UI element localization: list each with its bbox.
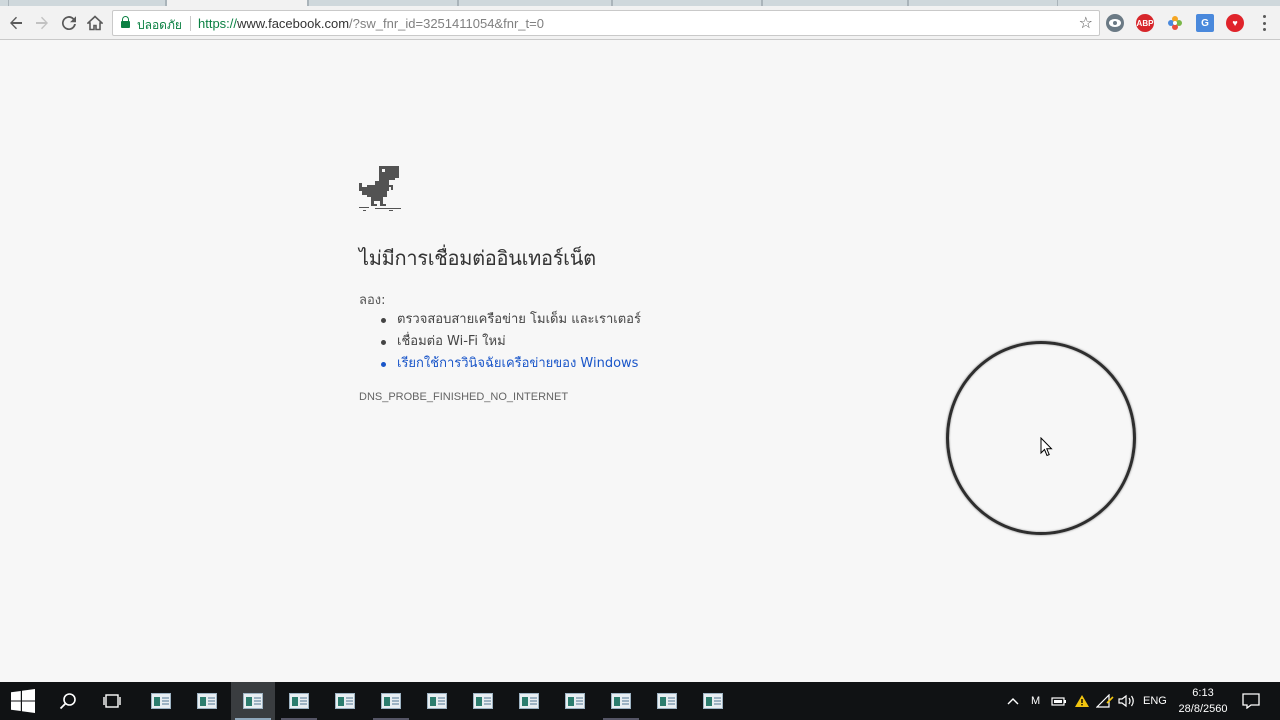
chevron-up-icon (1007, 698, 1019, 705)
taskbar-app[interactable] (139, 682, 183, 720)
windows-taskbar: M ENG 6:13 28/8/2560 (0, 682, 1280, 720)
window-app-icon (703, 693, 723, 709)
secure-label[interactable]: ปลอดภัย (137, 16, 182, 35)
lock-icon[interactable] (121, 16, 130, 28)
network-icon[interactable] (1096, 682, 1114, 720)
taskbar-clock[interactable]: 6:13 28/8/2560 (1172, 685, 1234, 717)
google-translate-icon[interactable]: G (1196, 14, 1214, 32)
warning-icon[interactable] (1074, 682, 1090, 720)
browser-toolbar: ปลอดภัย https://www.facebook.com/?sw_fnr… (0, 6, 1280, 40)
volume-icon[interactable] (1118, 682, 1136, 720)
reload-button[interactable] (57, 11, 81, 35)
suggestion-check-cables: ตรวจสอบสายเครือข่าย โมเด็ม และเราเตอร์ (381, 309, 641, 331)
adblock-label: ABP (1136, 18, 1154, 28)
extension-heart-icon[interactable]: ♥ (1226, 14, 1244, 32)
error-code: DNS_PROBE_FINISHED_NO_INTERNET (359, 391, 569, 403)
task-view-button[interactable] (90, 682, 134, 720)
run-network-diagnostics-link[interactable]: เรียกใช้การวินิจฉัยเครือข่ายของ Windows (381, 353, 641, 375)
mouse-cursor-icon (1040, 437, 1053, 457)
taskbar-app[interactable] (185, 682, 229, 720)
error-page: ไม่มีการเชื่อมต่ออินเทอร์เน็ต ลอง: ตรวจส… (359, 166, 959, 403)
home-button[interactable] (83, 11, 107, 35)
taskbar-app[interactable] (599, 682, 643, 720)
taskbar-app[interactable] (691, 682, 735, 720)
forward-button[interactable] (30, 11, 54, 35)
url-text[interactable]: https://www.facebook.com/?sw_fnr_id=3251… (198, 16, 544, 31)
suggestion-reconnect-wifi: เชื่อมต่อ Wi-Fi ใหม่ (381, 331, 641, 353)
browser-menu-icon[interactable] (1262, 15, 1266, 31)
search-icon (59, 693, 76, 710)
forward-arrow-icon (36, 16, 48, 30)
input-language[interactable]: ENG (1143, 682, 1167, 720)
clock-time: 6:13 (1192, 687, 1214, 699)
window-app-icon (381, 693, 401, 709)
taskbar-app[interactable] (553, 682, 597, 720)
show-hidden-icons-button[interactable] (1006, 682, 1020, 720)
taskbar-app[interactable] (323, 682, 367, 720)
window-app-icon (289, 693, 309, 709)
window-app-icon (611, 693, 631, 709)
window-app-icon (427, 693, 447, 709)
offline-dinosaur-icon[interactable] (359, 166, 403, 212)
home-icon (87, 15, 103, 31)
window-app-icon (519, 693, 539, 709)
url-host: www.facebook.com (237, 16, 350, 31)
window-app-icon (197, 693, 217, 709)
back-arrow-icon (10, 16, 22, 30)
window-app-icon (243, 693, 263, 709)
window-app-icon (335, 693, 355, 709)
suggestions-list: ตรวจสอบสายเครือข่าย โมเด็ม และเราเตอร์ เ… (381, 309, 641, 375)
search-button[interactable] (46, 682, 90, 720)
notification-icon (1242, 693, 1260, 709)
extension-eye-icon[interactable] (1106, 14, 1124, 32)
windows-logo-icon (11, 689, 35, 713)
taskbar-app[interactable] (369, 682, 413, 720)
taskbar-app[interactable] (415, 682, 459, 720)
screen: ปลอดภัย https://www.facebook.com/?sw_fnr… (0, 0, 1280, 720)
tray-m-icon[interactable]: M (1031, 682, 1040, 720)
taskbar-app[interactable] (461, 682, 505, 720)
address-bar[interactable]: ปลอดภัย https://www.facebook.com/?sw_fnr… (112, 10, 1100, 36)
task-view-icon (103, 694, 121, 708)
window-app-icon (657, 693, 677, 709)
back-button[interactable] (4, 11, 28, 35)
bookmark-star-icon[interactable]: ☆ (1079, 13, 1093, 32)
taskbar-app[interactable] (507, 682, 551, 720)
taskbar-app[interactable] (645, 682, 689, 720)
try-label: ลอง: (359, 293, 386, 308)
url-path: /?sw_fnr_id=3251411054&fnr_t=0 (349, 16, 544, 31)
window-app-icon (565, 693, 585, 709)
adblock-plus-icon[interactable]: ABP (1136, 14, 1154, 32)
battery-icon[interactable] (1051, 682, 1067, 720)
extension-flower-icon[interactable] (1166, 14, 1184, 32)
taskbar-app-active[interactable] (231, 682, 275, 720)
error-title: ไม่มีการเชื่อมต่ออินเทอร์เน็ต (359, 246, 596, 270)
window-app-icon (473, 693, 493, 709)
action-center-button[interactable] (1242, 682, 1260, 720)
clock-date: 28/8/2560 (1178, 703, 1228, 715)
start-button[interactable] (0, 682, 46, 720)
taskbar-app[interactable] (277, 682, 321, 720)
url-scheme: https:// (198, 16, 238, 31)
window-app-icon (151, 693, 171, 709)
omnibox-divider (190, 16, 191, 31)
reload-icon (61, 16, 76, 31)
